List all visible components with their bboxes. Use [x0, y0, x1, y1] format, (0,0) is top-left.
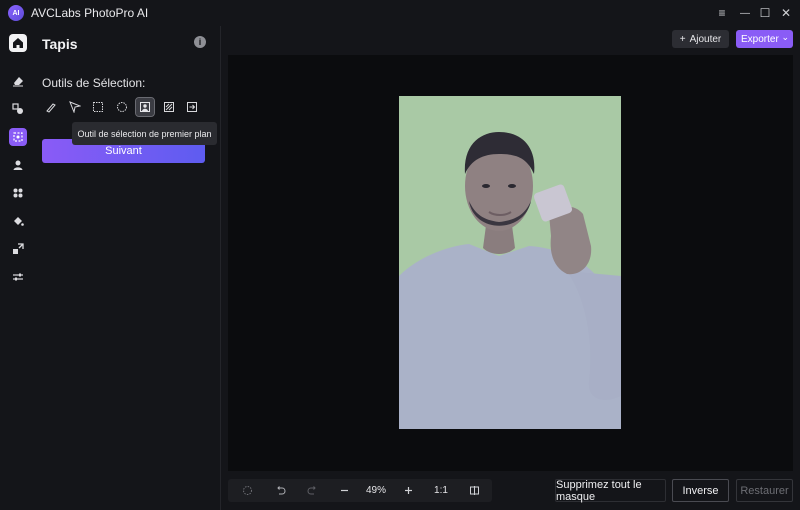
zoom-out-icon[interactable] [335, 481, 353, 500]
restore-button[interactable]: Restaurer [736, 479, 793, 502]
panel-title: Tapis [42, 36, 78, 52]
delete-mask-button[interactable]: Supprimez tout le masque [555, 479, 666, 503]
title-bar: AI AVCLabs PhotoPro AI ≡ — ☐ ✕ [0, 0, 800, 26]
upscale-icon[interactable] [9, 240, 27, 258]
photo-preview[interactable] [399, 96, 621, 429]
actual-size-button[interactable]: 1:1 [429, 481, 453, 500]
redo-icon[interactable] [303, 481, 321, 500]
zoom-level: 49% [365, 485, 386, 496]
add-label: Ajouter [689, 33, 722, 45]
selection-tool-icon[interactable] [9, 128, 27, 146]
zoom-in-icon[interactable] [399, 481, 417, 500]
app-logo: AI [8, 5, 24, 21]
ellipse-select-icon[interactable] [113, 98, 131, 116]
undo-icon[interactable] [271, 481, 289, 500]
image-canvas[interactable] [228, 55, 793, 471]
info-icon[interactable]: i [194, 36, 206, 48]
import-mask-icon[interactable] [183, 98, 201, 116]
replace-object-icon[interactable] [9, 100, 27, 118]
pointer-icon[interactable] [66, 98, 84, 116]
home-icon[interactable] [9, 34, 27, 52]
section-label: Outils de Sélection: [42, 76, 146, 90]
selection-panel: Tapis i Outils de Sélection: Suivant Out… [34, 26, 220, 510]
portrait-photo [399, 96, 621, 429]
selection-circle-icon[interactable] [238, 481, 256, 500]
plus-icon: + [679, 33, 686, 45]
export-label: Exporter [741, 33, 779, 45]
add-button[interactable]: + Ajouter [672, 30, 729, 48]
hatch-select-icon[interactable] [160, 98, 178, 116]
rectangle-select-icon[interactable] [89, 98, 107, 116]
compare-icon[interactable] [465, 481, 483, 500]
close-icon[interactable]: ✕ [777, 4, 795, 22]
brush-icon[interactable] [42, 98, 60, 116]
panel-divider [220, 26, 221, 510]
fill-icon[interactable] [9, 212, 27, 230]
maximize-icon[interactable]: ☐ [756, 4, 774, 22]
tool-tooltip: Outil de sélection de premier plan [72, 122, 217, 145]
inverse-button[interactable]: Inverse [672, 479, 729, 502]
minimize-icon[interactable]: — [736, 4, 754, 22]
app-title: AVCLabs PhotoPro AI [31, 6, 149, 20]
adjust-icon[interactable] [9, 268, 27, 286]
menu-icon[interactable]: ≡ [713, 4, 731, 22]
app-window: AI AVCLabs PhotoPro AI ≡ — ☐ ✕ Tapis i O… [0, 0, 800, 510]
chevron-down-icon: ⌄ [781, 32, 789, 42]
blur-icon[interactable] [9, 184, 27, 202]
tool-rail [0, 26, 34, 510]
foreground-select-icon[interactable] [135, 97, 155, 117]
eraser-icon[interactable] [9, 72, 27, 90]
portrait-icon[interactable] [9, 156, 27, 174]
view-toolbar: 49% 1:1 [228, 479, 492, 502]
export-button[interactable]: Exporter ⌄ [736, 30, 793, 48]
